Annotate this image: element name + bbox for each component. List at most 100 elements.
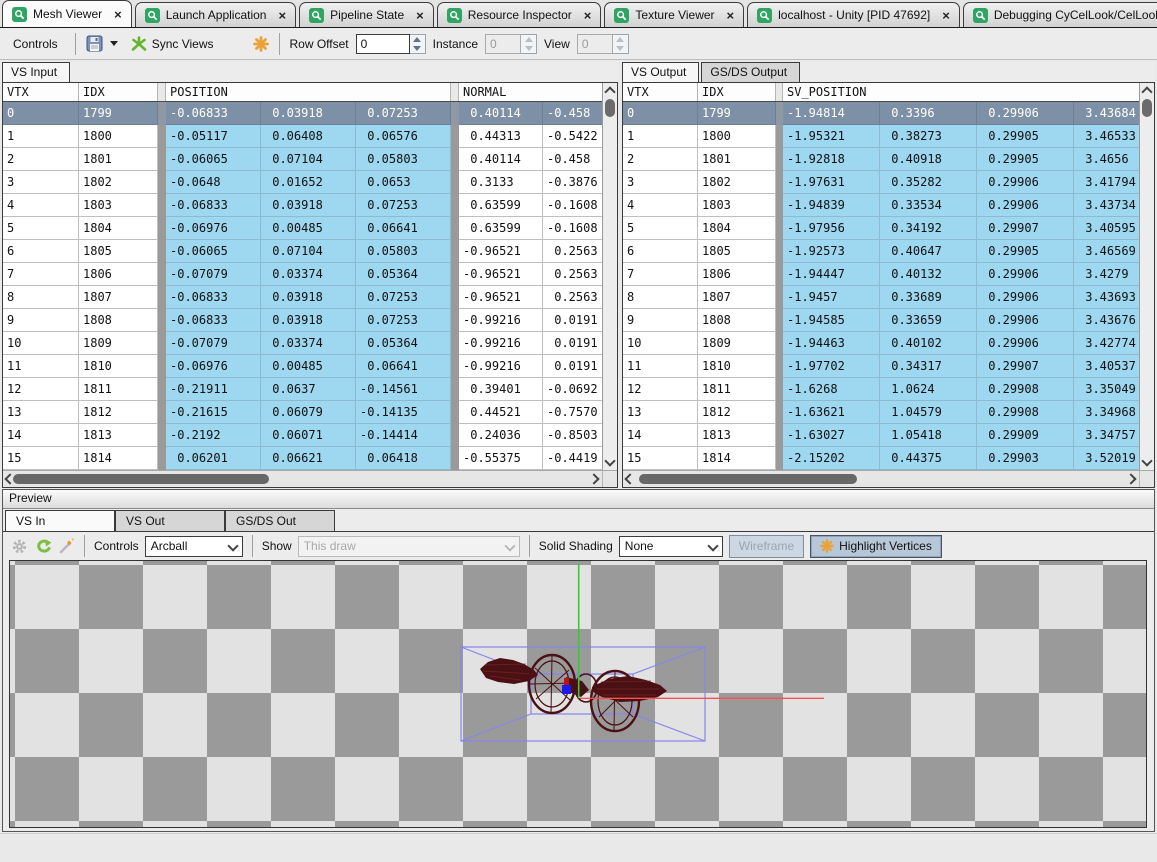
table-row[interactable]: 151814 0.06201 0.06621 0.06418-0.55375-0… (3, 447, 603, 470)
table-row[interactable]: 01799-0.06833 0.03918 0.07253 0.40114-0.… (3, 102, 603, 125)
cell-position-x[interactable]: -0.06833 (166, 102, 261, 125)
table-row[interactable]: 21801-0.06065 0.07104 0.05803 0.40114-0.… (3, 148, 603, 171)
cell-position-z[interactable]: 0.05803 (356, 240, 451, 263)
scroll-left-icon[interactable] (624, 473, 635, 484)
table-row[interactable]: 91808-1.94585 0.33659 0.29906 3.43676 (623, 309, 1140, 332)
cell-vtx[interactable]: 9 (3, 309, 79, 332)
cell-position-x[interactable]: 0.06201 (166, 447, 261, 470)
highlight-vertices-toggle-button[interactable]: Highlight Vertices (810, 535, 942, 558)
cell-normal-x[interactable]: 0.40114 (459, 102, 543, 125)
cell-idx[interactable]: 1811 (79, 378, 158, 401)
cell-vtx[interactable]: 10 (623, 332, 698, 355)
cell-idx[interactable]: 1805 (698, 240, 776, 263)
cell-position-z[interactable]: 0.05364 (356, 332, 451, 355)
cell-vtx[interactable]: 15 (623, 447, 698, 470)
cell-sv-position-x[interactable]: -1.94814 (783, 102, 880, 125)
scroll-up-icon[interactable] (1141, 86, 1152, 97)
cell-sv-position-y[interactable]: 1.0624 (880, 378, 977, 401)
cell-position-x[interactable]: -0.06976 (166, 217, 261, 240)
cell-vtx[interactable]: 12 (3, 378, 79, 401)
cell-normal-x[interactable]: 0.63599 (459, 217, 543, 240)
cell-position-z[interactable]: -0.14414 (356, 424, 451, 447)
mesh-3d-viewport[interactable] (9, 560, 1147, 828)
horizontal-scroll-thumb[interactable] (639, 474, 857, 484)
cell-normal-x[interactable]: -0.55375 (459, 447, 543, 470)
cell-sv-position-y[interactable]: 1.05418 (880, 424, 977, 447)
cell-idx[interactable]: 1804 (698, 217, 776, 240)
tab-vs-output[interactable]: VS Output (622, 62, 699, 82)
table-row[interactable]: 31802-0.0648 0.01652 0.0653 0.3133-0.387… (3, 171, 603, 194)
cell-vtx[interactable]: 4 (623, 194, 698, 217)
cell-normal-x[interactable]: -0.96521 (459, 240, 543, 263)
cell-position-y[interactable]: 0.0637 (261, 378, 356, 401)
cell-position-y[interactable]: 0.03374 (261, 332, 356, 355)
table-row[interactable]: 41803-0.06833 0.03918 0.07253 0.63599-0.… (3, 194, 603, 217)
cell-sv-position-w[interactable]: 3.42774 (1074, 332, 1140, 355)
cell-vtx[interactable]: 15 (3, 447, 79, 470)
cell-sv-position-z[interactable]: 0.29906 (977, 194, 1074, 217)
vs-output-horizontal-scrollbar[interactable] (623, 470, 1140, 487)
table-row[interactable]: 71806-1.94447 0.40132 0.29906 3.4279 (623, 263, 1140, 286)
cell-sv-position-z[interactable]: 0.29908 (977, 401, 1074, 424)
cell-idx[interactable]: 1801 (79, 148, 158, 171)
cell-sv-position-w[interactable]: 3.35049 (1074, 378, 1140, 401)
cell-idx[interactable]: 1808 (79, 309, 158, 332)
cell-position-y[interactable]: 0.03918 (261, 309, 356, 332)
cell-normal-y[interactable]: -0.1608 (543, 194, 603, 217)
cell-normal-x[interactable]: -0.99216 (459, 355, 543, 378)
cell-vtx[interactable]: 9 (623, 309, 698, 332)
cell-sv-position-z[interactable]: 0.29906 (977, 332, 1074, 355)
cell-idx[interactable]: 1810 (698, 355, 776, 378)
cell-normal-y[interactable]: 0.0191 (543, 309, 603, 332)
column-header-normal[interactable]: NORMAL (459, 83, 603, 101)
cell-idx[interactable]: 1803 (79, 194, 158, 217)
vertex-picker-button[interactable] (58, 538, 75, 555)
table-row[interactable]: 31802-1.97631 0.35282 0.29906 3.41794 (623, 171, 1140, 194)
window-tab[interactable]: Pipeline State× (299, 2, 434, 27)
cell-sv-position-z[interactable]: 0.29906 (977, 263, 1074, 286)
cell-normal-x[interactable]: -0.99216 (459, 332, 543, 355)
cell-idx[interactable]: 1814 (698, 447, 776, 470)
cell-idx[interactable]: 1807 (698, 286, 776, 309)
tab-close-icon[interactable]: × (942, 8, 950, 23)
cell-idx[interactable]: 1811 (698, 378, 776, 401)
camera-controls-select[interactable]: Arcball (145, 536, 243, 557)
save-dropdown-button[interactable] (110, 41, 118, 46)
window-tab[interactable]: Launch Application× (135, 2, 296, 27)
cell-sv-position-w[interactable]: 3.34968 (1074, 401, 1140, 424)
cell-position-z[interactable]: 0.06641 (356, 355, 451, 378)
cell-idx[interactable]: 1812 (698, 401, 776, 424)
cell-sv-position-z[interactable]: 0.29907 (977, 217, 1074, 240)
cell-position-z[interactable]: -0.14135 (356, 401, 451, 424)
cell-normal-y[interactable]: 0.2563 (543, 240, 603, 263)
cell-sv-position-y[interactable]: 0.40132 (880, 263, 977, 286)
cell-vtx[interactable]: 0 (623, 102, 698, 125)
cell-sv-position-x[interactable]: -1.63621 (783, 401, 880, 424)
cell-idx[interactable]: 1799 (79, 102, 158, 125)
cell-normal-y[interactable]: -0.7570 (543, 401, 603, 424)
cell-sv-position-z[interactable]: 0.29903 (977, 447, 1074, 470)
table-row[interactable]: 21801-1.92818 0.40918 0.29905 3.4656 (623, 148, 1140, 171)
cell-normal-y[interactable]: 0.0191 (543, 332, 603, 355)
cell-vtx[interactable]: 6 (3, 240, 79, 263)
cell-vtx[interactable]: 13 (3, 401, 79, 424)
vs-input-horizontal-scrollbar[interactable] (3, 470, 603, 487)
table-row[interactable]: 111810-0.06976 0.00485 0.06641-0.99216 0… (3, 355, 603, 378)
cell-sv-position-w[interactable]: 3.40537 (1074, 355, 1140, 378)
cell-vtx[interactable]: 1 (3, 125, 79, 148)
table-row[interactable]: 41803-1.94839 0.33534 0.29906 3.43734 (623, 194, 1140, 217)
table-row[interactable]: 61805-1.92573 0.40647 0.29905 3.46569 (623, 240, 1140, 263)
table-row[interactable]: 101809-0.07079 0.03374 0.05364-0.99216 0… (3, 332, 603, 355)
cell-vtx[interactable]: 2 (3, 148, 79, 171)
cell-sv-position-z[interactable]: 0.29905 (977, 240, 1074, 263)
cell-position-x[interactable]: -0.06065 (166, 148, 261, 171)
cell-normal-y[interactable]: -0.458 (543, 148, 603, 171)
cell-sv-position-w[interactable]: 3.43734 (1074, 194, 1140, 217)
cell-sv-position-y[interactable]: 0.33534 (880, 194, 977, 217)
window-tab[interactable]: Resource Inspector× (437, 2, 602, 27)
cell-idx[interactable]: 1803 (698, 194, 776, 217)
scroll-down-icon[interactable] (604, 455, 615, 466)
cell-idx[interactable]: 1802 (79, 171, 158, 194)
cell-position-y[interactable]: 0.03918 (261, 194, 356, 217)
cell-sv-position-y[interactable]: 1.04579 (880, 401, 977, 424)
